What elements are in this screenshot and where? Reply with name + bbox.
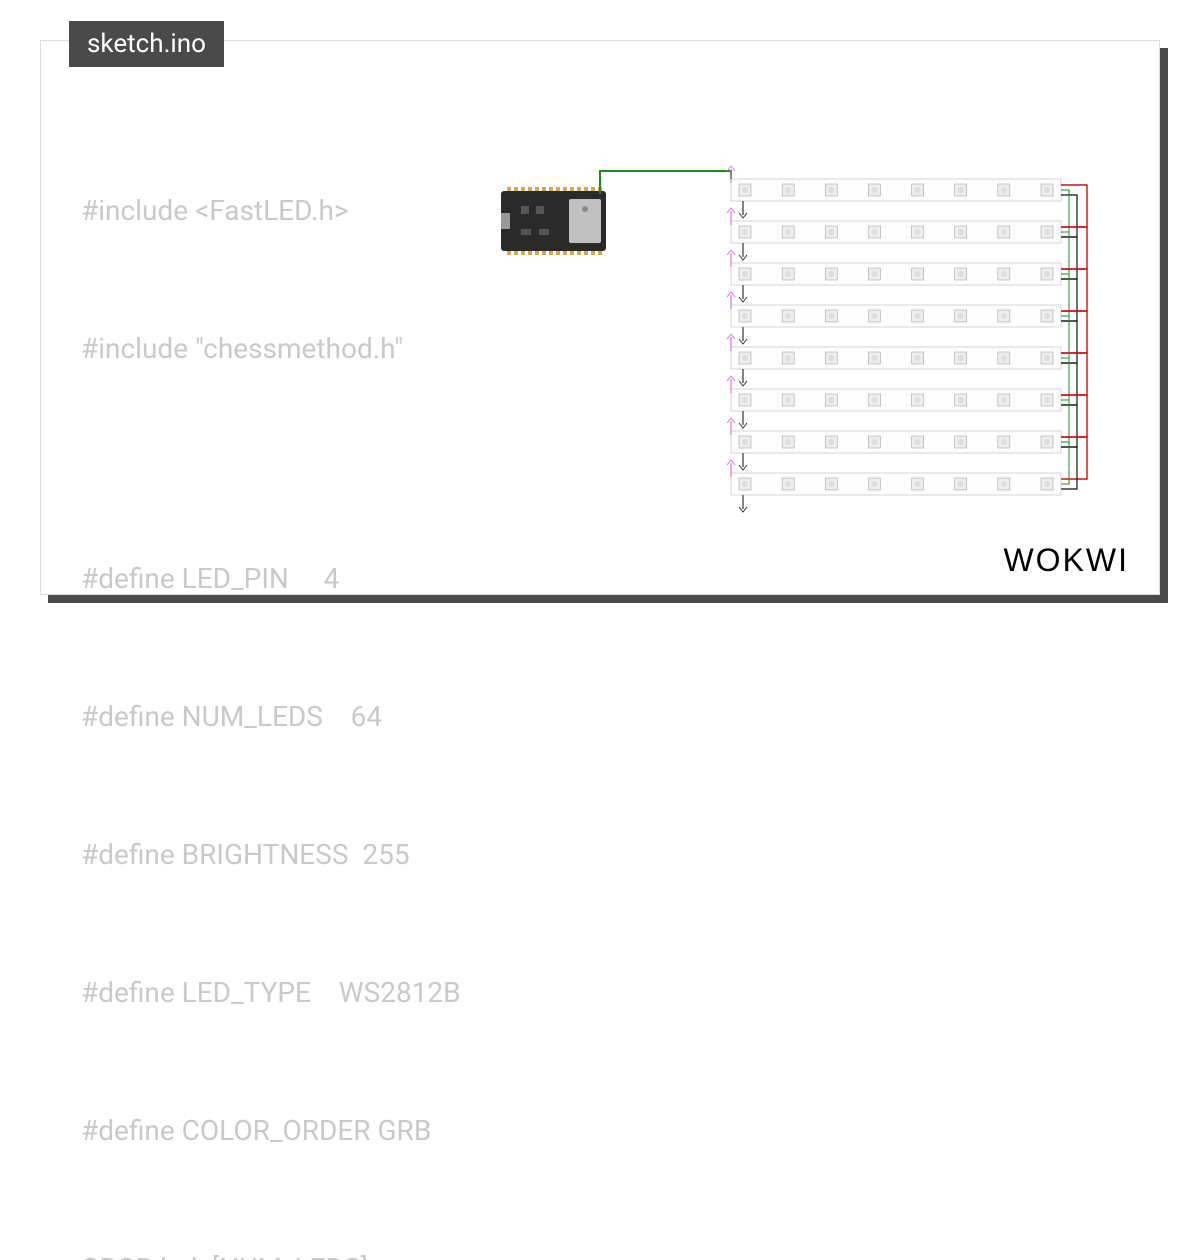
code-preview: #include <FastLED.h> #include "chessmeth… <box>81 96 461 1260</box>
logo-text: WOKWI <box>1003 542 1129 578</box>
schematic-svg <box>501 151 1141 531</box>
code-line: #include "chessmethod.h" <box>81 326 461 372</box>
preview-card: sketch.ino #include <FastLED.h> #include… <box>40 40 1160 595</box>
wire-data <box>600 171 731 194</box>
code-line: #define LED_PIN 4 <box>81 556 461 602</box>
code-line: CRGB leds[NUM_LEDS]; <box>81 1246 461 1260</box>
circuit-schematic[interactable] <box>501 151 1141 531</box>
filename-tab[interactable]: sketch.ino <box>69 21 224 67</box>
code-line: #define NUM_LEDS 64 <box>81 694 461 740</box>
wokwi-logo: WOKWI <box>1003 542 1129 579</box>
esp32-board-icon <box>501 187 606 255</box>
code-line: #define COLOR_ORDER GRB <box>81 1108 461 1154</box>
led-strips-icon <box>727 166 1087 512</box>
code-line: #define BRIGHTNESS 255 <box>81 832 461 878</box>
filename-label: sketch.ino <box>87 29 206 59</box>
code-line: #include <FastLED.h> <box>81 188 461 234</box>
code-line: #define LED_TYPE WS2812B <box>81 970 461 1016</box>
